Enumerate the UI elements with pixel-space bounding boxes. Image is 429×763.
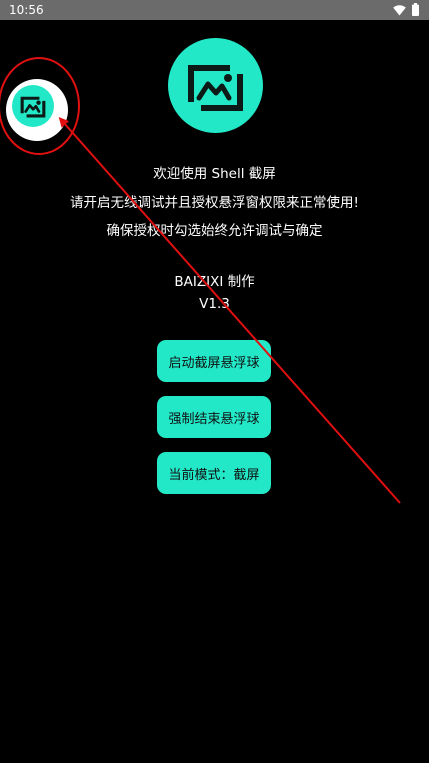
floating-ball-inner	[12, 85, 54, 127]
status-time: 10:56	[9, 3, 44, 17]
welcome-text: 欢迎使用 Shell 截屏	[153, 166, 276, 182]
current-mode-button[interactable]: 当前模式：截屏	[157, 452, 271, 494]
screenshot-gallery-icon	[188, 65, 243, 111]
instruction-text-1: 请开启无线调试并且授权悬浮窗权限来正常使用!	[70, 195, 359, 211]
author-text: BAIZIXI 制作	[174, 274, 255, 290]
status-icons	[393, 2, 419, 18]
app-logo	[168, 38, 263, 133]
start-float-ball-button[interactable]: 启动截屏悬浮球	[157, 340, 271, 382]
status-bar: 10:56	[0, 0, 429, 20]
app-screen: 10:56 欢迎使用 Shell 截屏 请开启无线调试并且授权悬浮窗权限来正常使…	[0, 0, 429, 763]
version-text: V1.3	[199, 296, 230, 312]
wifi-icon	[393, 1, 406, 20]
battery-icon	[412, 1, 419, 20]
instruction-text-2: 确保授权时勾选始终允许调试与确定	[106, 223, 323, 239]
floating-ball[interactable]	[6, 79, 68, 141]
stop-float-ball-button[interactable]: 强制结束悬浮球	[157, 396, 271, 438]
screenshot-gallery-icon	[20, 96, 46, 118]
